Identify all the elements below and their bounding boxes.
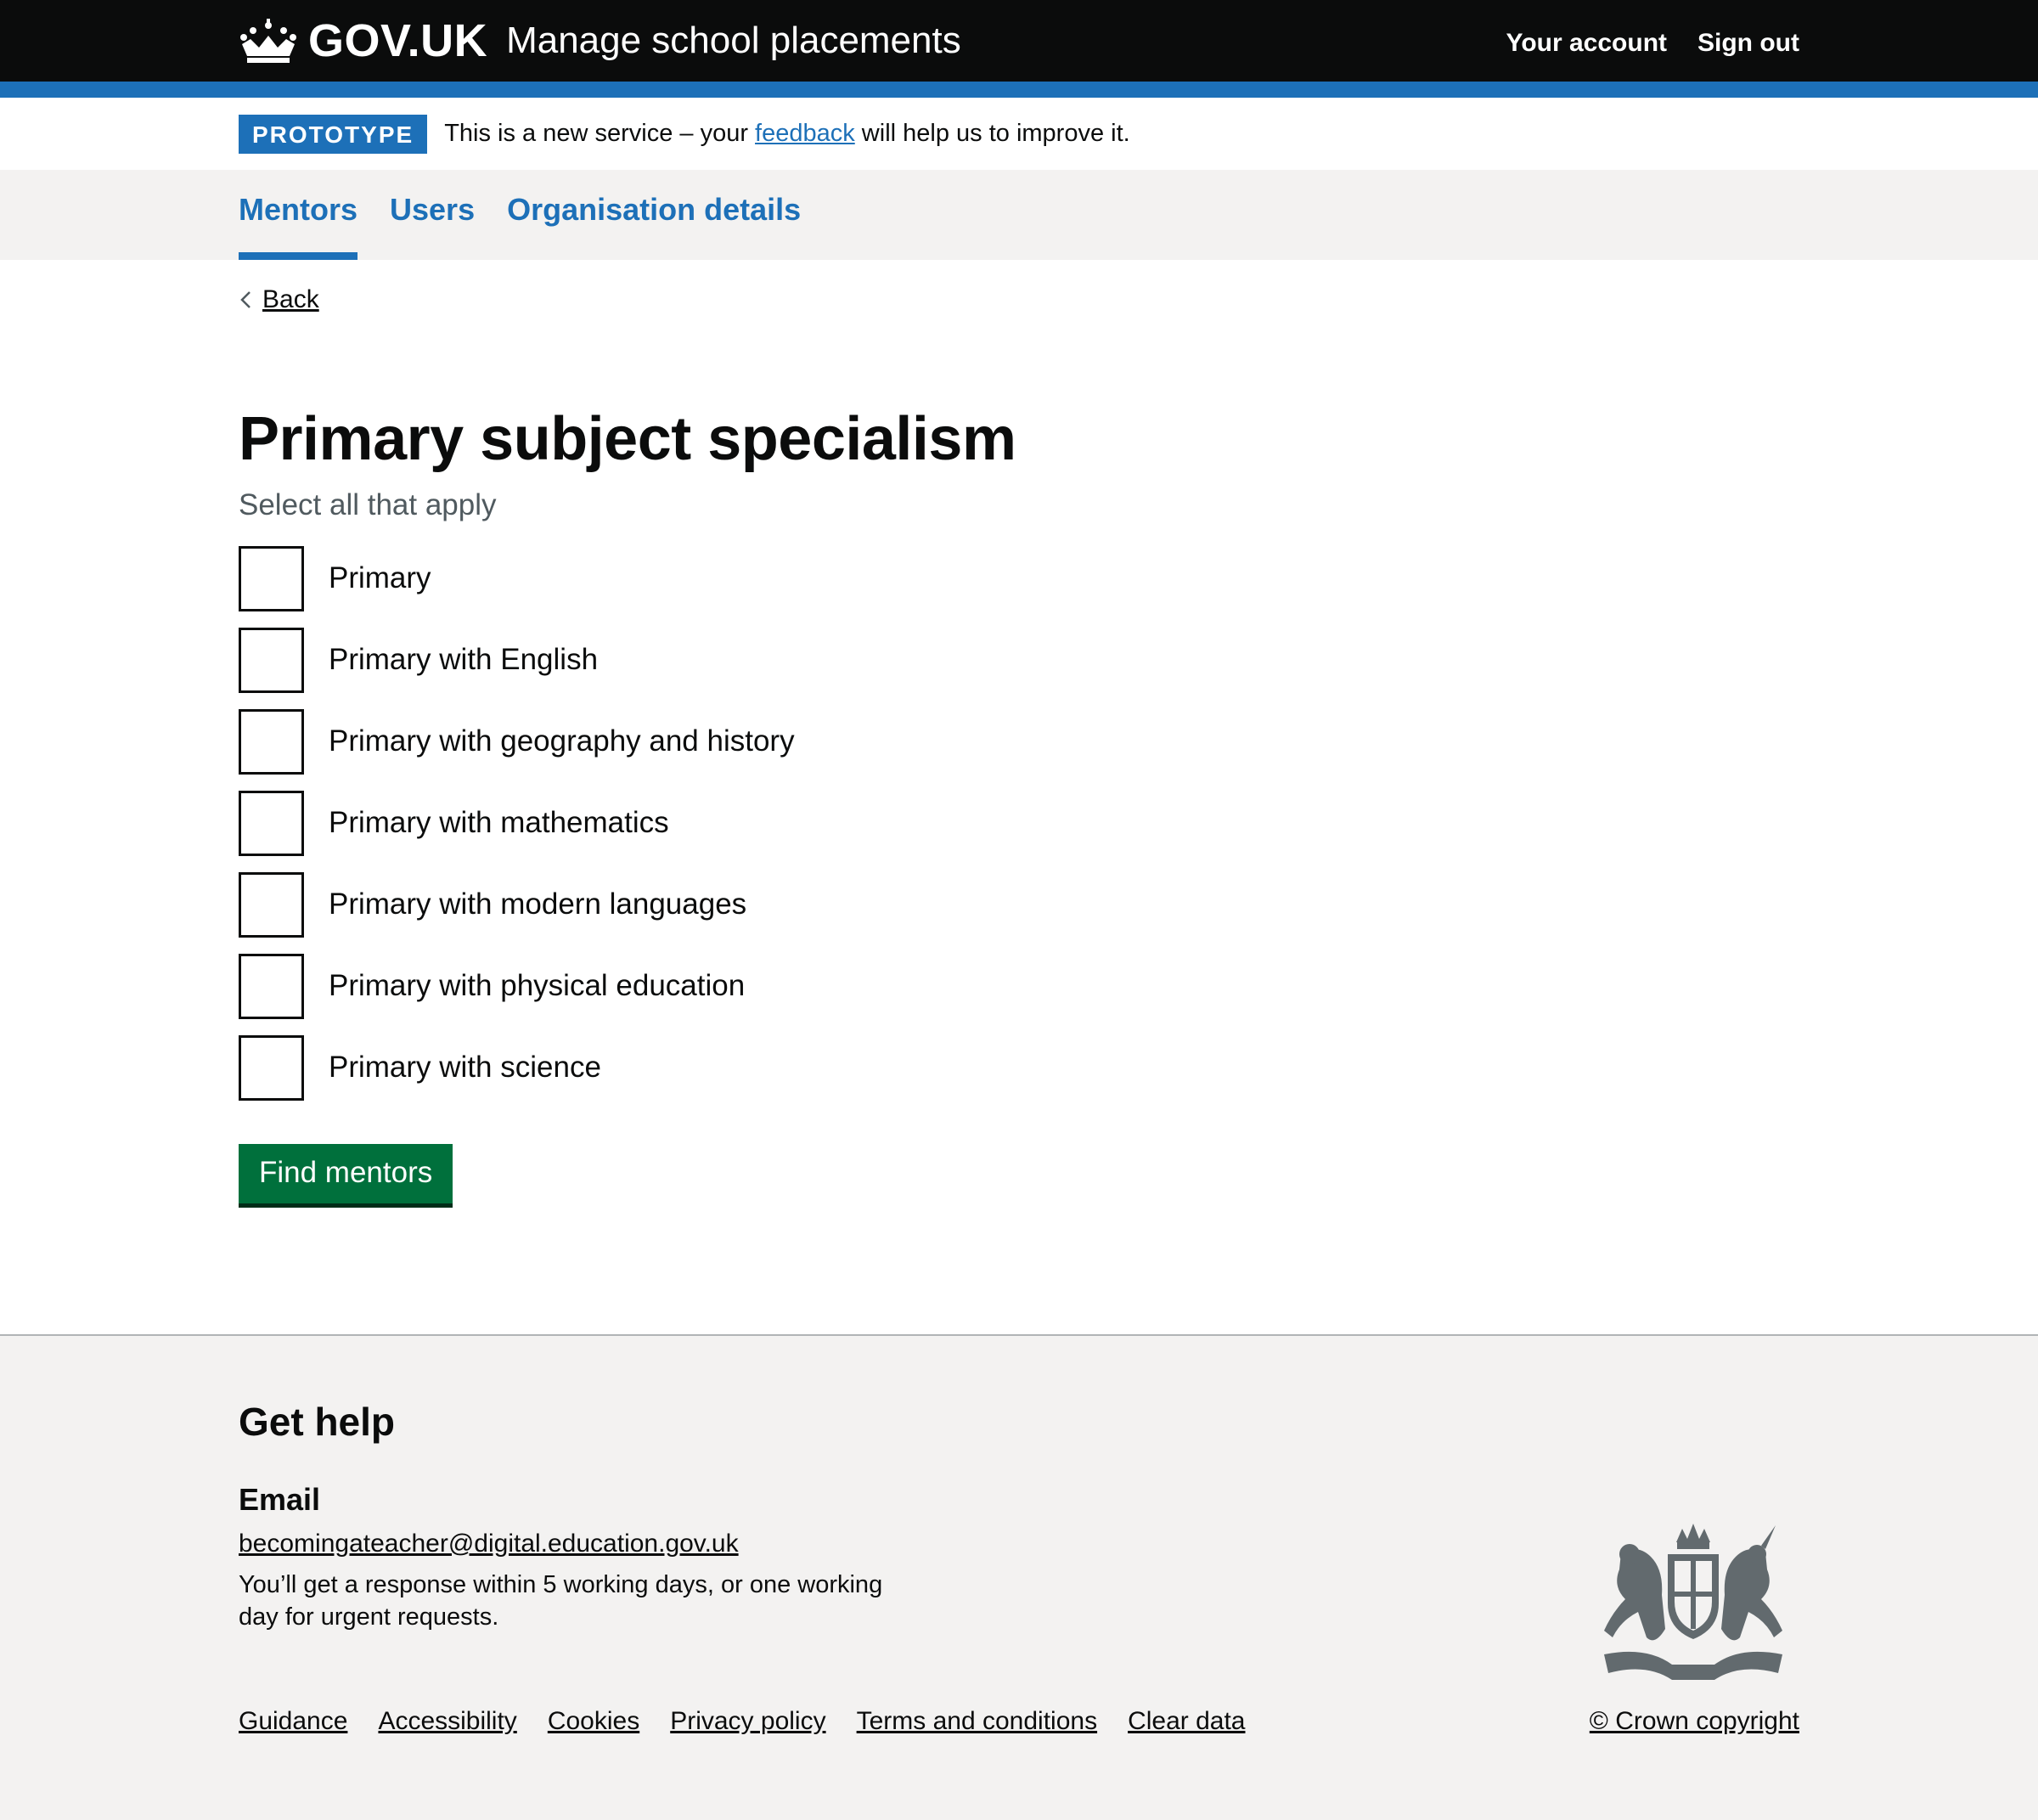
checkbox-primary-with-physical-education[interactable]: Primary with physical education — [239, 945, 1799, 1027]
primary-navigation: Mentors Users Organisation details — [0, 170, 2038, 260]
phase-banner-text: This is a new service – your feedback wi… — [444, 120, 1130, 148]
checkbox-label[interactable]: Primary with English — [329, 643, 598, 677]
checkbox-label[interactable]: Primary with mathematics — [329, 806, 669, 840]
footer-links: Guidance Accessibility Cookies Privacy p… — [239, 1707, 1246, 1736]
footer-link-terms-and-conditions[interactable]: Terms and conditions — [857, 1707, 1097, 1736]
back-link[interactable]: Back — [239, 285, 319, 314]
footer-heading: Get help — [239, 1400, 396, 1444]
chevron-left-icon — [240, 291, 251, 308]
checkbox-label[interactable]: Primary with science — [329, 1051, 601, 1085]
support-email-link[interactable]: becomingateacher@digital.education.gov.u… — [239, 1530, 739, 1558]
checkbox-input[interactable] — [239, 1034, 304, 1101]
main-content: Back Primary subject specialism Select a… — [0, 260, 2038, 1334]
checkbox-primary-with-science[interactable]: Primary with science — [239, 1027, 1799, 1108]
crown-icon — [240, 19, 296, 63]
footer-link-guidance[interactable]: Guidance — [239, 1707, 347, 1736]
checkbox-label[interactable]: Primary with geography and history — [329, 724, 795, 758]
page-title: Primary subject specialism — [239, 405, 1016, 473]
footer-link-cookies[interactable]: Cookies — [548, 1707, 639, 1736]
back-link-label: Back — [262, 285, 319, 313]
nav-item-users[interactable]: Users — [390, 170, 475, 260]
sign-out-link[interactable]: Sign out — [1697, 29, 1799, 58]
checkbox-input[interactable] — [239, 627, 304, 693]
checkbox-input[interactable] — [239, 545, 304, 611]
header-blue-bar — [0, 82, 2038, 98]
nav-item-organisation-details[interactable]: Organisation details — [507, 170, 801, 260]
phase-banner: PROTOTYPE This is a new service – your f… — [0, 98, 2038, 170]
checkbox-input[interactable] — [239, 790, 304, 856]
checkbox-input[interactable] — [239, 708, 304, 775]
checkbox-primary-with-modern-languages[interactable]: Primary with modern languages — [239, 864, 1799, 945]
checkbox-label[interactable]: Primary with physical education — [329, 969, 745, 1003]
checkbox-input[interactable] — [239, 871, 304, 938]
checkbox-input[interactable] — [239, 953, 304, 1019]
nav-item-mentors[interactable]: Mentors — [239, 170, 358, 260]
footer-link-accessibility[interactable]: Accessibility — [378, 1707, 516, 1736]
govuk-logo-link[interactable]: GOV.UK — [239, 14, 506, 67]
crown-copyright-link[interactable]: © Crown copyright — [1590, 1707, 1799, 1736]
subject-checkboxes: Primary Primary with English Primary wit… — [239, 538, 1799, 1108]
site-footer: Get help Email becomingateacher@digital.… — [0, 1334, 2038, 1820]
prototype-tag: PROTOTYPE — [239, 114, 428, 154]
feedback-link[interactable]: feedback — [755, 120, 855, 147]
find-mentors-button[interactable]: Find mentors — [239, 1144, 453, 1204]
your-account-link[interactable]: Your account — [1506, 29, 1667, 58]
checkbox-primary-with-geography-and-history[interactable]: Primary with geography and history — [239, 701, 1799, 782]
phase-text-after: will help us to improve it. — [854, 120, 1130, 147]
header-navigation: Your account Sign out — [1506, 29, 1799, 58]
response-time-text: You’ll get a response within 5 working d… — [239, 1571, 883, 1631]
checkbox-primary[interactable]: Primary — [239, 538, 1799, 619]
checkbox-label[interactable]: Primary — [329, 561, 431, 595]
checkbox-primary-with-mathematics[interactable]: Primary with mathematics — [239, 782, 1799, 864]
checkbox-label[interactable]: Primary with modern languages — [329, 887, 746, 921]
footer-link-privacy-policy[interactable]: Privacy policy — [670, 1707, 825, 1736]
govuk-logotype: GOV.UK — [308, 15, 488, 66]
checkbox-primary-with-english[interactable]: Primary with English — [239, 619, 1799, 701]
phase-text-before: This is a new service – your — [444, 120, 756, 147]
royal-coat-of-arms-icon — [1604, 1524, 1782, 1680]
email-heading: Email — [239, 1482, 321, 1517]
checkbox-hint: Select all that apply — [239, 488, 497, 522]
service-name-link[interactable]: Manage school placements — [506, 20, 961, 62]
footer-link-clear-data[interactable]: Clear data — [1128, 1707, 1245, 1736]
site-header: GOV.UK Manage school placements Your acc… — [0, 0, 2038, 82]
